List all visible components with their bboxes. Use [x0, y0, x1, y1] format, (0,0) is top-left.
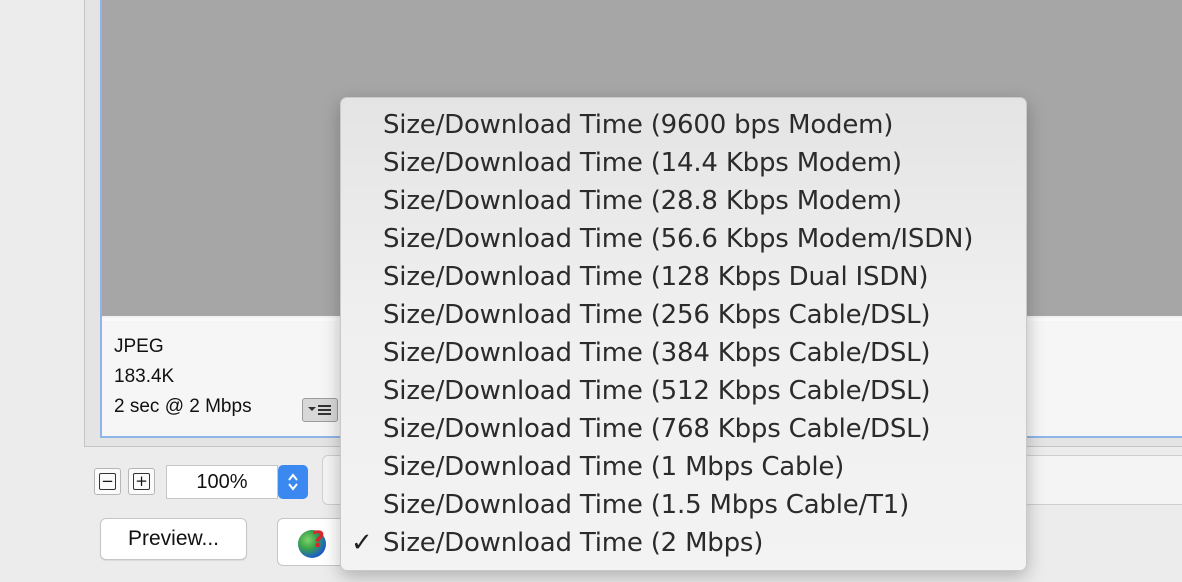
menu-item[interactable]: Size/Download Time (768 Kbps Cable/DSL) [341, 410, 1026, 448]
preview-button[interactable]: Preview... [100, 518, 247, 560]
zoom-out-button[interactable]: − [94, 468, 121, 495]
menu-item[interactable]: Size/Download Time (9600 bps Modem) [341, 106, 1026, 144]
menu-item-label: Size/Download Time (1.5 Mbps Cable/T1) [383, 490, 910, 520]
menu-item[interactable]: ✓ Size/Download Time (2 Mbps) [341, 524, 1026, 562]
menu-item-label: Size/Download Time (128 Kbps Dual ISDN) [383, 262, 929, 292]
file-format-label: JPEG [114, 336, 164, 357]
menu-item[interactable]: Size/Download Time (1 Mbps Cable) [341, 448, 1026, 486]
menu-item-label: Size/Download Time (384 Kbps Cable/DSL) [383, 338, 931, 368]
menu-item[interactable]: Size/Download Time (56.6 Kbps Modem/ISDN… [341, 220, 1026, 258]
zoom-level-stepper[interactable] [278, 465, 308, 499]
menu-item[interactable]: Size/Download Time (128 Kbps Dual ISDN) [341, 258, 1026, 296]
browser-question-mark-icon: ? [312, 528, 325, 553]
zoom-controls: − + 100% [88, 463, 314, 501]
zoom-out-icon: − [99, 473, 116, 490]
zoom-level-field[interactable]: 100% [166, 465, 278, 499]
menu-item[interactable]: Size/Download Time (1.5 Mbps Cable/T1) [341, 486, 1026, 524]
zoom-in-button[interactable]: + [128, 468, 155, 495]
menu-item-label: Size/Download Time (1 Mbps Cable) [383, 452, 845, 482]
menu-item-label: Size/Download Time (512 Kbps Cable/DSL) [383, 376, 931, 406]
menu-item-label: Size/Download Time (14.4 Kbps Modem) [383, 148, 902, 178]
download-time-menu: Size/Download Time (9600 bps Modem) Size/… [340, 97, 1027, 571]
zoom-in-icon: + [133, 473, 150, 490]
menu-item[interactable]: Size/Download Time (28.8 Kbps Modem) [341, 182, 1026, 220]
preview-menu-button[interactable] [302, 398, 338, 422]
menu-item-label: Size/Download Time (2 Mbps) [383, 528, 764, 558]
checkmark-icon: ✓ [351, 528, 373, 558]
file-size-label: 183.4K [114, 366, 175, 387]
menu-item-label: Size/Download Time (256 Kbps Cable/DSL) [383, 300, 931, 330]
menu-item-label: Size/Download Time (28.8 Kbps Modem) [383, 186, 902, 216]
menu-item[interactable]: Size/Download Time (14.4 Kbps Modem) [341, 144, 1026, 182]
download-time-label: 2 sec @ 2 Mbps [114, 396, 252, 417]
menu-item[interactable]: Size/Download Time (512 Kbps Cable/DSL) [341, 372, 1026, 410]
menu-item-label: Size/Download Time (768 Kbps Cable/DSL) [383, 414, 931, 444]
menu-item-label: Size/Download Time (56.6 Kbps Modem/ISDN… [383, 224, 974, 254]
optimize-menu-icon [308, 405, 331, 415]
menu-item[interactable]: Size/Download Time (384 Kbps Cable/DSL) [341, 334, 1026, 372]
up-down-chevron-icon [288, 473, 298, 491]
info-field-right [1000, 455, 1182, 505]
menu-item[interactable]: Size/Download Time (256 Kbps Cable/DSL) [341, 296, 1026, 334]
menu-item-label: Size/Download Time (9600 bps Modem) [383, 110, 894, 140]
